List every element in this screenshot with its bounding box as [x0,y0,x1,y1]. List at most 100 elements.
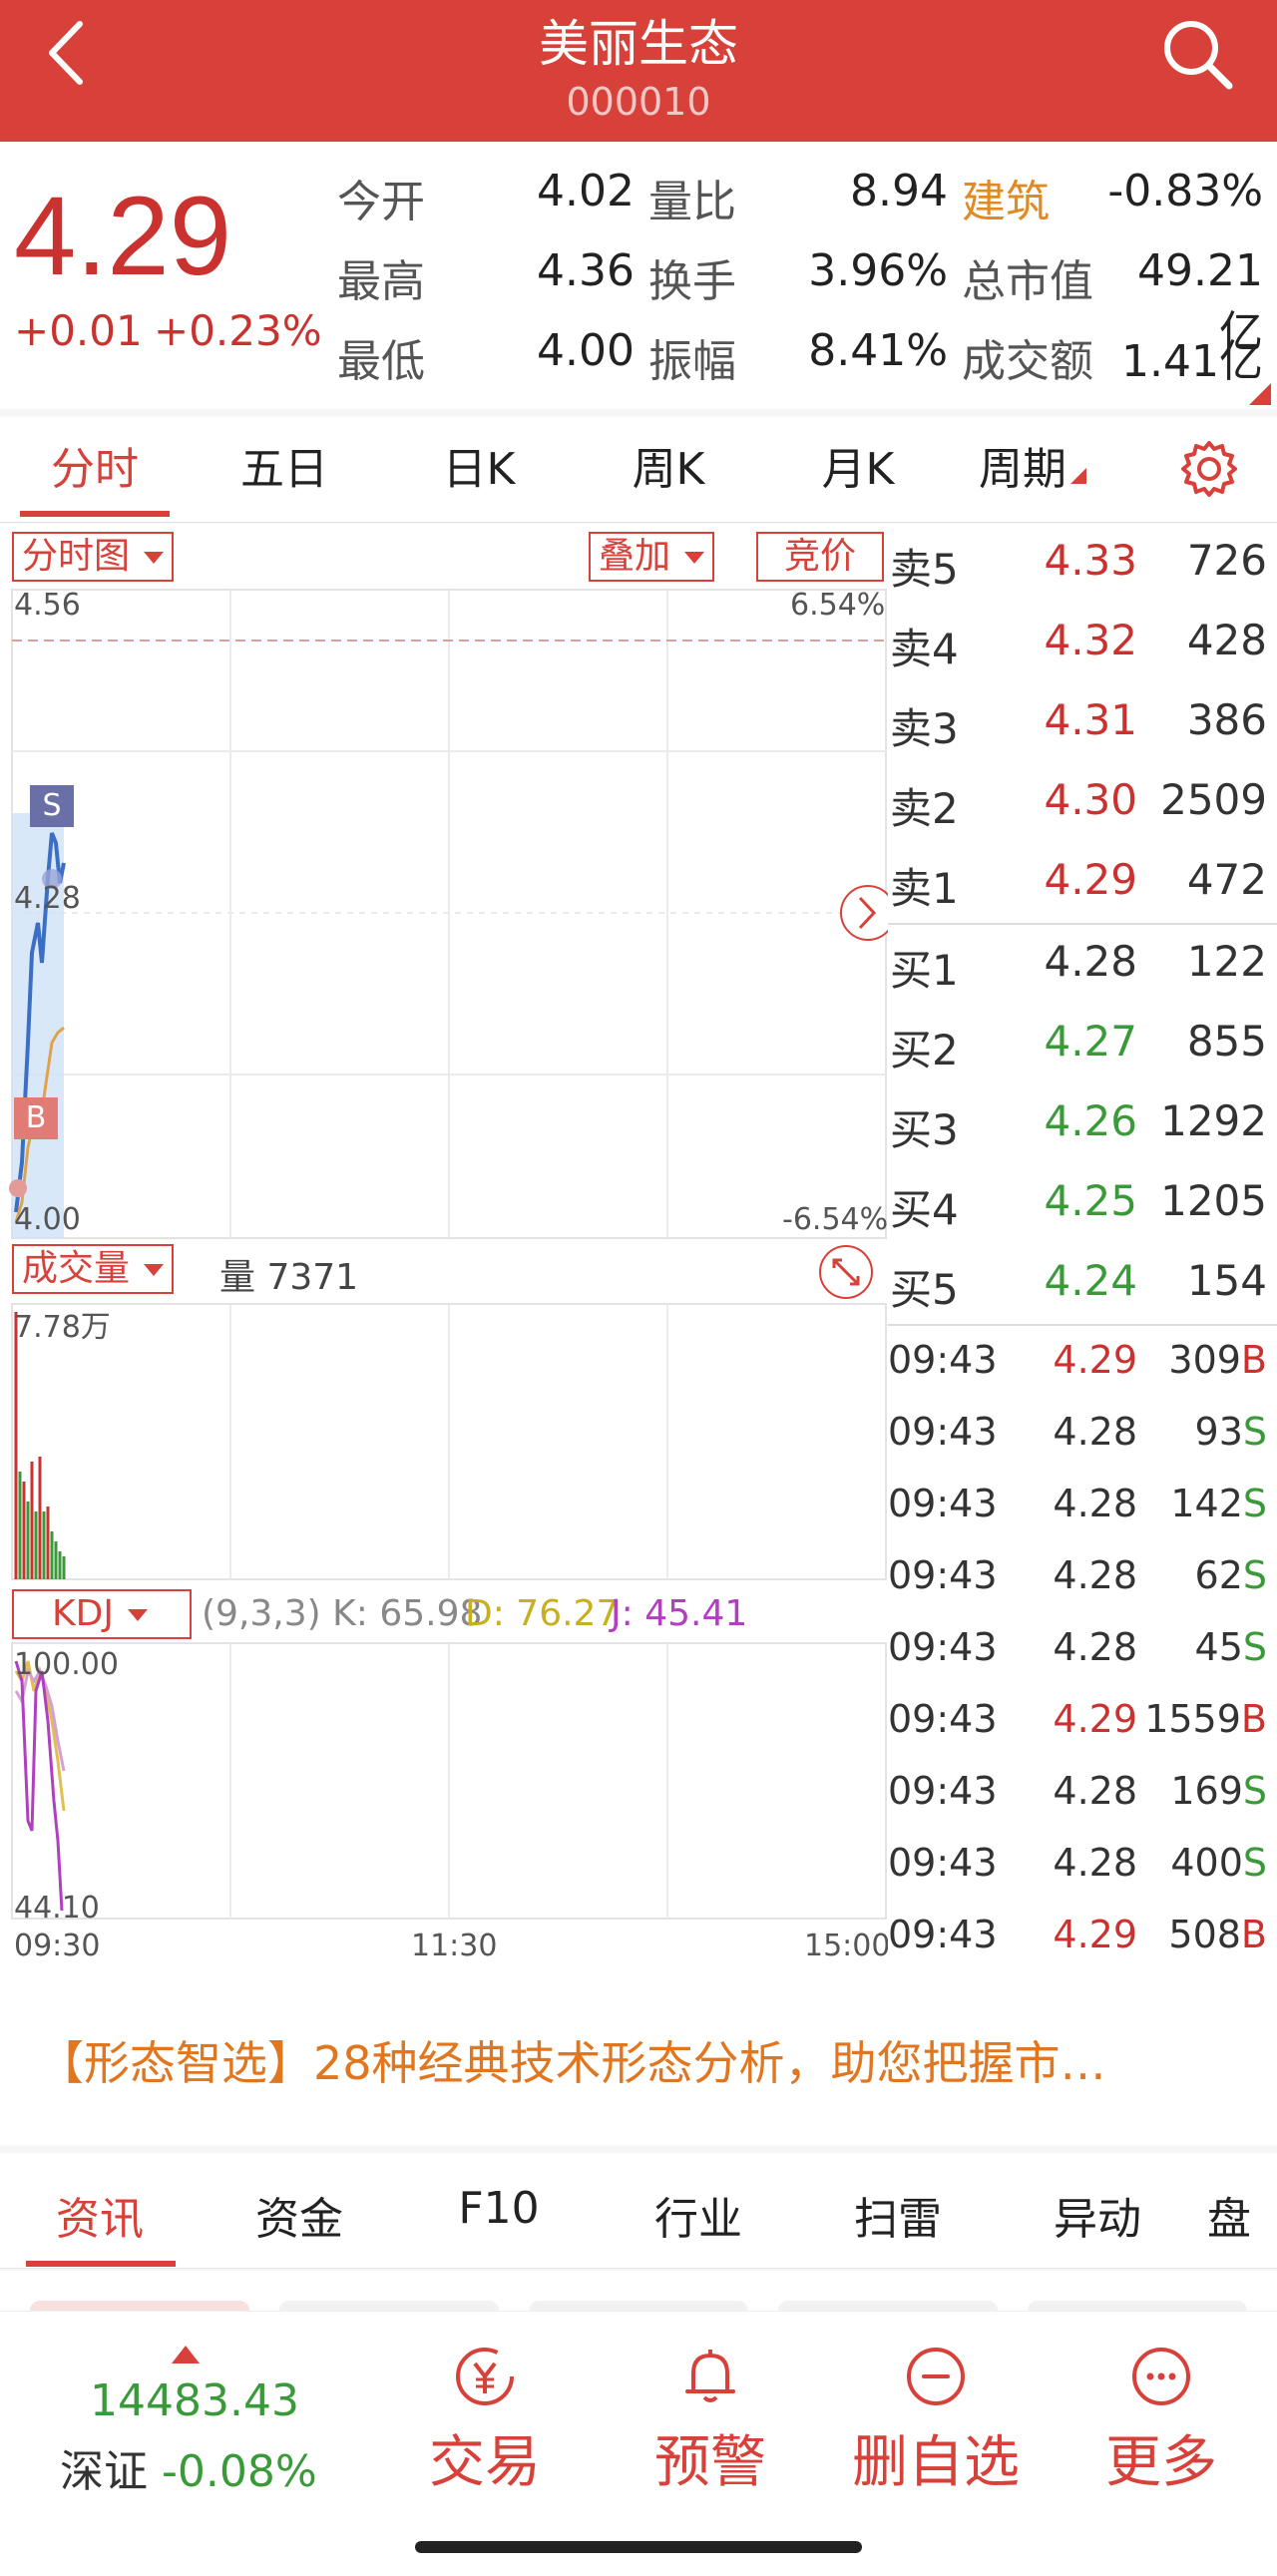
gear-icon[interactable] [1177,437,1241,501]
bid-volume: 1292 [1160,1096,1267,1145]
high-label: 最高 [337,256,425,307]
price-mid-label: 4.28 [14,881,81,916]
trade-price: 4.28 [1053,1482,1137,1525]
trade-row: 09:43 4.28 93S [888,1398,1277,1470]
stock-name: 美丽生态 [539,15,738,73]
trade-row: 09:43 4.28 169S [888,1757,1277,1829]
trade-volume-value: 1559 [1144,1697,1241,1741]
promo-text: 【形态智选】28种经典技术形态分析，助您把握市… [38,2036,1106,2090]
index-value: 14483.43 [90,2375,299,2426]
tab-industry[interactable]: 行业 [609,2183,788,2247]
sector-value: -0.83% [1107,166,1263,216]
up-arrow-icon [172,2346,200,2363]
sector-label[interactable]: 建筑 [962,166,1050,229]
bid-label: 买4 [890,1185,959,1234]
tab-period[interactable]: 周期 [938,433,1127,503]
trade-row: 09:43 4.29 309B [888,1326,1277,1398]
volume-readout: 量 7371 [219,1257,359,1298]
auction-button[interactable]: 竞价 [756,532,884,582]
alert-button[interactable]: 预警 [611,2342,810,2521]
bid-label: 买3 [890,1105,959,1154]
dropdown-arrow-icon [144,552,165,564]
trade-flag: S [1242,1769,1267,1813]
tab-more[interactable]: 盘 [1207,2183,1277,2247]
tab-week-k[interactable]: 周K [574,433,763,503]
last-price: 4.29 [14,174,231,298]
kdj-d-readout: D: 76.27 [465,1593,620,1634]
trade-price: 4.29 [1053,1338,1137,1382]
dropdown-arrow-icon [144,1264,165,1276]
trade-time: 09:43 [888,1697,998,1741]
trade-time: 09:43 [888,1625,998,1669]
turnover-label: 换手 [648,256,736,307]
alert-label: 预警 [654,2430,766,2495]
bottom-bar: 14483.43 深证 -0.08% 交易 预警 删自选 更多 [0,2311,1277,2576]
stock-code: 000010 [566,80,711,124]
trade-volume: 142S [1170,1482,1267,1525]
bid-price: 4.24 [1044,1256,1137,1305]
ask-label: 卖1 [890,864,959,913]
tab-underline [20,511,170,517]
sell-marker: S [42,788,61,823]
tab-f10[interactable]: F10 [409,2183,589,2234]
dropdown-arrow-icon [127,1609,148,1621]
tab-funds[interactable]: 资金 [210,2183,389,2247]
ask-label: 卖2 [890,784,959,833]
tab-intraday[interactable]: 分时 [0,433,190,503]
trade-price: 4.29 [1053,1697,1137,1741]
ask-volume: 428 [1186,616,1267,664]
bid-price: 4.27 [1044,1017,1137,1066]
trade-flag: S [1242,1410,1267,1454]
bid-row: 买1 4.28 122 [888,925,1277,1005]
trade-time: 09:43 [888,1913,998,1956]
promo-banner[interactable]: 【形态智选】28种经典技术形态分析，助您把握市… [0,1975,1277,2145]
bid-volume: 1205 [1160,1176,1267,1225]
tab-day-k[interactable]: 日K [384,433,574,503]
ask-volume: 386 [1186,695,1267,744]
kdj-bottom-label: 44.10 [14,1891,100,1926]
ask-price: 4.29 [1044,855,1137,904]
tab-month-k[interactable]: 月K [763,433,953,503]
turnover-value: 3.96% [808,245,948,296]
trade-row: 09:43 4.28 45S [888,1613,1277,1685]
bid-volume: 122 [1186,937,1267,986]
more-button[interactable]: 更多 [1062,2342,1261,2521]
price-top-label: 4.56 [14,588,81,623]
trade-flag: S [1242,1625,1267,1669]
trade-button[interactable]: 交易 [385,2342,585,2521]
trade-time: 09:43 [888,1482,998,1525]
remove-watchlist-button[interactable]: 删自选 [836,2342,1036,2521]
kdj-j-readout: J: 45.41 [611,1593,748,1634]
high-value: 4.36 [537,245,635,296]
trade-time: 09:43 [888,1410,998,1454]
trade-volume: 169S [1170,1769,1267,1813]
pct-bottom-label: -6.54% [782,1202,889,1237]
index-name: 深证 [60,2446,148,2497]
yen-icon [456,2348,514,2405]
chart-mode-dropdown[interactable]: 分时图 [12,532,175,582]
news-tab-underline [26,2261,176,2267]
news-chips [0,2271,1277,2321]
amplitude-value: 8.41% [808,325,948,376]
tab-anomaly[interactable]: 异动 [1008,2183,1187,2247]
trade-volume: 45S [1195,1625,1267,1669]
overlay-dropdown[interactable]: 叠加 [589,532,715,582]
trade-flag: B [1240,1338,1267,1382]
trade-volume: 508B [1168,1913,1267,1956]
trade-row: 09:43 4.29 508B [888,1901,1277,1972]
tab-news[interactable]: 资讯 [10,2183,190,2247]
dropdown-triangle-icon [1070,468,1086,484]
ask-label: 卖3 [890,704,959,753]
home-indicator[interactable] [415,2541,862,2553]
bid-volume: 855 [1186,1017,1267,1066]
tab-five-day[interactable]: 五日 [190,433,379,503]
volume-dropdown[interactable]: 成交量 [12,1244,175,1294]
trade-time: 09:43 [888,1553,998,1597]
kdj-dropdown[interactable]: KDJ [12,1589,192,1639]
tab-risk-scan[interactable]: 扫雷 [808,2183,988,2247]
amplitude-label: 振幅 [648,336,736,387]
search-icon[interactable] [1157,14,1237,94]
ask-price: 4.31 [1044,695,1137,744]
expand-corner-icon[interactable] [1249,383,1271,405]
trade-volume: 93S [1195,1410,1267,1454]
